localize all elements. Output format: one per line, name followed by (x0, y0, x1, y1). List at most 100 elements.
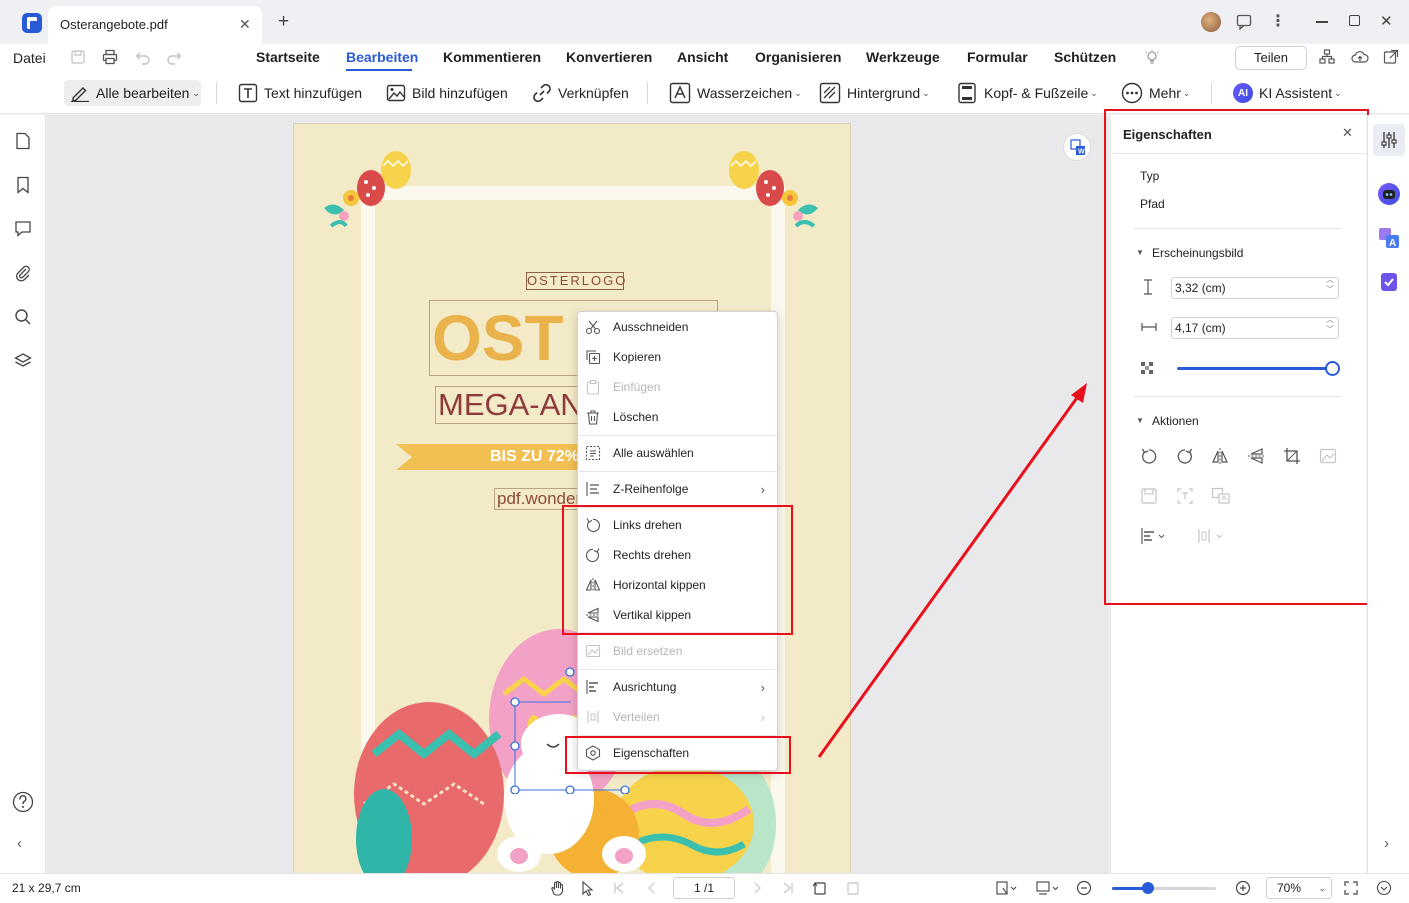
last-page-icon[interactable] (781, 881, 795, 895)
previous-page-icon[interactable] (645, 881, 659, 895)
edit-all-button[interactable]: Alle bearbeiten ⌄ (64, 80, 201, 106)
context-menu-item[interactable]: Alle auswählen (578, 438, 777, 468)
highlight-properties (565, 736, 791, 774)
tab-title: Osterangebote.pdf (60, 17, 168, 32)
context-menu-item: Verteilen › (578, 702, 777, 732)
convert-to-word-button[interactable]: W (1063, 133, 1091, 161)
logo-text[interactable]: OSTERLOGO (526, 272, 625, 290)
select-tool-icon[interactable] (580, 880, 596, 896)
close-window-icon[interactable]: ✕ (1380, 12, 1393, 30)
context-menu-label: Kopieren (613, 350, 662, 364)
header-footer-button[interactable]: Kopf- & Fußzeile ⌄ (956, 80, 1098, 106)
print-icon[interactable] (102, 49, 118, 65)
zoom-in-icon[interactable] (1235, 880, 1251, 896)
zoom-slider-knob[interactable] (1142, 882, 1155, 894)
watermark-button[interactable]: Wasserzeichen ⌄ (669, 80, 802, 106)
help-icon[interactable] (12, 791, 34, 813)
fullscreen-icon[interactable] (1343, 880, 1359, 896)
page-thumbnail-icon[interactable] (14, 132, 32, 150)
context-menu-item[interactable]: Ausschneiden (578, 312, 777, 342)
first-page-icon[interactable] (612, 881, 626, 895)
ai-robot-icon[interactable] (1378, 183, 1400, 205)
annotation-arrow (817, 383, 1087, 758)
image-icon (386, 84, 406, 102)
properties-toggle-button[interactable] (1373, 124, 1405, 156)
context-menu-divider (579, 435, 777, 436)
share-button[interactable]: Teilen (1235, 46, 1307, 70)
redo-icon[interactable] (166, 49, 182, 65)
paste-icon (586, 379, 600, 395)
rotate-view-icon[interactable] (812, 880, 828, 896)
edit-all-label: Alle bearbeiten (96, 85, 190, 101)
save-icon[interactable] (70, 49, 86, 65)
menu-tab-0[interactable]: Startseite (256, 49, 320, 65)
menu-tab-7[interactable]: Formular (967, 49, 1028, 65)
document-tab[interactable]: Osterangebote.pdf ✕ (48, 6, 262, 44)
lightbulb-icon[interactable] (1144, 49, 1160, 65)
network-icon[interactable] (1319, 49, 1335, 65)
layers-icon[interactable] (14, 352, 32, 370)
comment-icon[interactable] (14, 220, 32, 238)
zoom-select[interactable]: 70% ⌄ (1266, 877, 1332, 899)
select-all-icon (585, 445, 601, 461)
menu-tab-1[interactable]: Bearbeiten (346, 49, 418, 65)
distribute-icon (587, 711, 599, 723)
bookmark-icon[interactable] (14, 176, 32, 194)
task-check-icon[interactable] (1378, 271, 1400, 293)
context-menu-item[interactable]: Kopieren (578, 342, 777, 372)
header-footer-label: Kopf- & Fußzeile (984, 85, 1089, 101)
page-layout-dropdown-icon[interactable] (1035, 880, 1061, 896)
app-logo (22, 13, 42, 33)
kebab-menu-icon[interactable]: ⋮ (1270, 11, 1286, 31)
context-menu-item[interactable]: Ausrichtung › (578, 672, 777, 702)
menu-tab-8[interactable]: Schützen (1054, 49, 1116, 65)
menu-tab-6[interactable]: Werkzeuge (866, 49, 940, 65)
menu-tab-5[interactable]: Organisieren (755, 49, 841, 65)
page-number-input[interactable]: 1 /1 (673, 877, 735, 899)
crop-view-icon[interactable] (845, 880, 861, 896)
close-tab-icon[interactable]: ✕ (239, 16, 251, 33)
open-external-icon[interactable] (1383, 49, 1399, 65)
hand-tool-icon[interactable] (549, 880, 565, 896)
search-icon[interactable] (14, 308, 32, 326)
collapse-statusbar-icon[interactable] (1376, 880, 1392, 896)
menu-tab-3[interactable]: Konvertieren (566, 49, 652, 65)
context-menu-item[interactable]: Z-Reihenfolge › (578, 474, 777, 504)
translate-icon[interactable]: A (1378, 227, 1400, 249)
new-tab-button[interactable]: + (278, 11, 289, 33)
background-button[interactable]: Hintergrund ⌄ (819, 80, 930, 106)
avatar[interactable] (1201, 12, 1221, 32)
pen-icon (71, 87, 89, 102)
add-text-button[interactable]: Text hinzufügen (238, 80, 362, 106)
banner-text: BIS ZU 72% (490, 448, 579, 465)
feedback-icon[interactable] (1236, 14, 1252, 30)
menu-tab-2[interactable]: Kommentieren (443, 49, 541, 65)
submenu-chevron-icon: › (760, 481, 765, 497)
link-button[interactable]: Verknüpfen (532, 80, 629, 106)
context-menu-label: Verteilen (613, 710, 660, 724)
file-menu[interactable]: Datei (13, 50, 46, 66)
right-sidebar: A › (1367, 115, 1409, 873)
highlight-properties-panel (1104, 109, 1369, 605)
menu-tab-4[interactable]: Ansicht (677, 49, 728, 65)
collapse-sidebar-icon[interactable]: ‹ (17, 835, 22, 852)
zoom-out-icon[interactable] (1076, 880, 1092, 896)
context-menu-item[interactable]: Löschen (578, 402, 777, 432)
add-image-label: Bild hinzufügen (412, 85, 508, 101)
ai-assistant-label: KI Assistent (1259, 85, 1333, 101)
cloud-upload-icon[interactable] (1351, 49, 1369, 65)
active-tab-underline (346, 69, 412, 71)
more-button[interactable]: Mehr ⌄ (1121, 80, 1190, 106)
context-menu-label: Löschen (613, 410, 659, 424)
fit-mode-dropdown-icon[interactable] (995, 880, 1019, 896)
attachment-icon[interactable] (14, 264, 32, 282)
minimize-icon[interactable] (1316, 21, 1328, 23)
next-page-icon[interactable] (750, 881, 764, 895)
undo-icon[interactable] (135, 49, 151, 65)
ai-assistant-button[interactable]: AI KI Assistent ⌄ (1233, 80, 1342, 106)
add-image-button[interactable]: Bild hinzufügen (386, 80, 508, 106)
expand-right-panel-icon[interactable]: › (1384, 835, 1389, 852)
maximize-icon[interactable] (1349, 15, 1360, 26)
eggs-decoration-right (729, 151, 818, 228)
context-menu-item: Einfügen (578, 372, 777, 402)
